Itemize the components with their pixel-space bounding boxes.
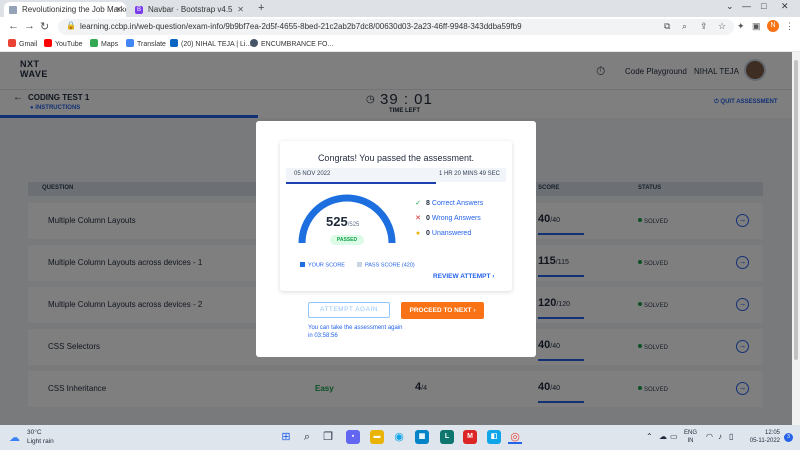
maximize-icon[interactable]: □	[761, 1, 766, 11]
address-toolbar: ← → ↻ 🔒 learning.ccbp.in/web-question/ex…	[0, 17, 800, 37]
wifi-icon[interactable]: ◠	[706, 432, 713, 441]
window-close-icon[interactable]: ✕	[781, 1, 789, 12]
translate-icon	[126, 39, 134, 47]
url-text[interactable]: learning.ccbp.in/web-question/exam-info/…	[80, 22, 522, 31]
file-explorer-icon[interactable]: ▬	[370, 430, 384, 444]
reload-icon[interactable]: ↻	[40, 20, 49, 33]
chevron-up-icon[interactable]: ⌃	[646, 432, 653, 441]
windows-start-icon[interactable]: ⊞	[279, 430, 293, 444]
weather-condition[interactable]: Light rain	[27, 438, 54, 445]
profile-avatar[interactable]: N	[767, 20, 779, 32]
zoom-icon[interactable]: ⌕	[682, 21, 687, 32]
maps-icon	[90, 39, 98, 47]
cross-icon: ✕	[415, 215, 421, 222]
bookmark-translate[interactable]: Translate	[126, 39, 166, 48]
unanswered-stat: ● 0 Unanswered	[415, 230, 472, 237]
tab-revolutionizing[interactable]: Revolutionizing the Job Market | ✕	[4, 2, 126, 17]
edge-icon[interactable]: ◉	[392, 430, 406, 444]
mcafee-icon[interactable]: M	[463, 430, 477, 444]
minimize-icon[interactable]: —	[742, 1, 751, 11]
search-icon[interactable]: ⌕	[300, 430, 314, 444]
congrats-message: Congrats! You passed the assessment.	[317, 153, 475, 163]
weather-temperature[interactable]: 30°C	[27, 429, 42, 436]
attempt-date: 05 NOV 2022	[294, 171, 331, 177]
close-icon[interactable]: ✕	[237, 2, 244, 17]
photos-icon[interactable]: ◧	[487, 430, 501, 444]
dot-icon: ●	[415, 230, 421, 237]
linkedin-icon	[170, 39, 178, 47]
scrollbar[interactable]	[792, 52, 800, 425]
windows-taskbar: ☁ 30°C Light rain ⊞ ⌕ ❐ ▪ ▬ ◉ ▦ L M ◧ ◎ …	[0, 425, 800, 450]
rain-cloud-icon[interactable]: ☁	[9, 431, 20, 444]
more-options-icon[interactable]: ⋮	[785, 21, 794, 32]
legend-your-score: YOUR SCORE	[300, 262, 345, 269]
tab-title: Navbar · Bootstrap v4.5	[148, 5, 233, 14]
chevron-down-icon[interactable]: ⌄	[726, 1, 734, 12]
power-icon[interactable]: ▯	[729, 432, 733, 441]
l-app-icon[interactable]: L	[440, 430, 454, 444]
chrome-icon[interactable]: ◎	[508, 430, 522, 444]
bookmark-linkedin[interactable]: (20) NIHAL TEJA | Li...	[170, 39, 251, 48]
bookmark-star-icon[interactable]: ☆	[718, 21, 726, 32]
globe-icon	[250, 39, 258, 47]
time-used-bar	[286, 182, 436, 184]
battery-icon[interactable]: ▭	[670, 432, 678, 441]
ccbp-favicon-icon	[9, 6, 17, 14]
attempt-again-button[interactable]: ATTEMPT AGAIN	[308, 302, 390, 318]
extensions-icon[interactable]: ✦	[737, 21, 745, 32]
cloud-icon[interactable]: ☁	[659, 432, 667, 441]
lock-icon[interactable]: 🔒	[66, 21, 76, 30]
side-panel-icon[interactable]: ▣	[752, 21, 761, 32]
check-icon: ✓	[415, 200, 421, 207]
task-view-icon[interactable]: ❐	[321, 430, 335, 444]
bookmark-encumbrance[interactable]: ENCUMBRANCE FO...	[250, 39, 333, 48]
retake-note: You can take the assessment again in 03:…	[308, 325, 403, 339]
browser-tab-bar: Revolutionizing the Job Market | ✕ B Nav…	[0, 0, 800, 17]
close-icon[interactable]: ✕	[115, 2, 122, 17]
omnibox[interactable]: 🔒 learning.ccbp.in/web-question/exam-inf…	[58, 19, 734, 35]
install-icon[interactable]: ⧉	[664, 21, 670, 32]
bookmarks-bar: Gmail YouTube Maps Translate (20) NIHAL …	[0, 37, 800, 52]
tab-bootstrap[interactable]: B Navbar · Bootstrap v4.5 ✕	[130, 2, 248, 17]
store-icon[interactable]: ▦	[415, 430, 429, 444]
bookmark-gmail[interactable]: Gmail	[8, 39, 37, 48]
system-clock[interactable]: 12:05 05-11-2022	[744, 429, 780, 445]
forward-icon[interactable]: →	[24, 20, 35, 32]
passed-badge: PASSED	[330, 235, 364, 245]
attempt-duration: 1 HR 20 MINS 49 SEC	[438, 171, 500, 177]
share-icon[interactable]: ⇪	[700, 21, 708, 32]
correct-answers-stat: ✓ 8 Correct Answers	[415, 200, 484, 207]
result-modal: Congrats! You passed the assessment. 05 …	[256, 121, 536, 357]
result-card: Congrats! You passed the assessment. 05 …	[280, 141, 512, 291]
volume-icon[interactable]: ♪	[718, 432, 722, 441]
total-score: 525/525	[326, 214, 360, 229]
gmail-icon	[8, 39, 16, 47]
bookmark-youtube[interactable]: YouTube	[44, 39, 83, 48]
youtube-icon	[44, 39, 52, 47]
legend-pass-score: PASS SCORE (420)	[357, 262, 415, 269]
bookmark-maps[interactable]: Maps	[90, 39, 118, 48]
proceed-to-next-button[interactable]: PROCEED TO NEXT ›	[401, 302, 484, 319]
bootstrap-favicon-icon: B	[135, 6, 143, 14]
attempt-info-bar: 05 NOV 2022 1 HR 20 MINS 49 SEC	[286, 168, 506, 182]
back-icon[interactable]: ←	[8, 20, 19, 32]
review-attempt-link[interactable]: REVIEW ATTEMPT ›	[433, 273, 494, 280]
language-indicator[interactable]: ENG IN	[684, 429, 697, 445]
scrollbar-thumb[interactable]	[794, 60, 798, 360]
teams-icon[interactable]: ▪	[346, 430, 360, 444]
wrong-answers-stat: ✕ 0 Wrong Answers	[415, 215, 481, 222]
new-tab-icon[interactable]: +	[258, 2, 264, 14]
notification-badge[interactable]: 3	[784, 433, 793, 442]
tab-title: Revolutionizing the Job Market |	[22, 5, 126, 14]
